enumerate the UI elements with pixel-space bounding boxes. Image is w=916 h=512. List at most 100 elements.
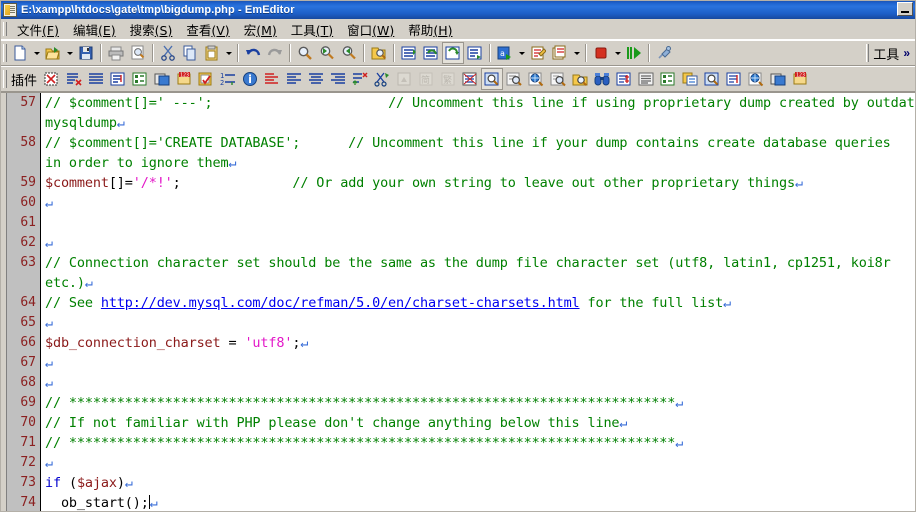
plugin-simplified-chinese-icon[interactable]: 简 (415, 68, 437, 90)
plugin-align-icon[interactable] (85, 68, 107, 90)
replace-all-icon[interactable] (420, 42, 442, 64)
plugin-align-right-icon[interactable] (327, 68, 349, 90)
plugin-explorer-icon[interactable] (393, 68, 415, 90)
plugin-sort-icon[interactable] (107, 68, 129, 90)
plugin-cut-scissors-icon[interactable] (371, 68, 393, 90)
code-line[interactable]: 74 ob_start();↵ (7, 493, 915, 511)
code-line[interactable]: 59 $comment[]='/*!'; // Or add your own s… (7, 173, 915, 193)
menu-grip[interactable] (3, 22, 7, 36)
plugin-web2-icon[interactable] (745, 68, 767, 90)
toolbar-overflow[interactable]: 工具 » (863, 41, 915, 65)
menu-edit[interactable]: 编辑(E) (66, 18, 123, 41)
find-next-icon[interactable] (338, 42, 360, 64)
plugin-copy-window-icon[interactable] (679, 68, 701, 90)
run-macro-dropdown-arrow[interactable] (516, 42, 527, 64)
code-line[interactable]: 62 ↵ (7, 233, 915, 253)
menu-macro[interactable]: 宏(M) (237, 18, 284, 41)
print-preview-icon[interactable] (127, 42, 149, 64)
new-file-dropdown-arrow[interactable] (31, 42, 42, 64)
play-all-icon[interactable] (623, 42, 645, 64)
plugin-sort3-icon[interactable] (723, 68, 745, 90)
plugin-align-left-icon[interactable] (283, 68, 305, 90)
plugin-traditional-chinese-icon[interactable]: 繁 (437, 68, 459, 90)
save-file-icon[interactable] (75, 42, 97, 64)
plugin-open-folder-icon[interactable] (569, 68, 591, 90)
code-line[interactable]: 72 ↵ (7, 453, 915, 473)
code-pane[interactable]: 57// $comment[]=' ---'; // Uncomment thi… (7, 93, 915, 511)
plugin-align-center-icon[interactable] (305, 68, 327, 90)
find-previous-icon[interactable] (316, 42, 338, 64)
select-macro-icon[interactable] (527, 42, 549, 64)
plugin-outline-icon[interactable] (129, 68, 151, 90)
code-line[interactable]: 58// $comment[]='CREATE DATABASE'; // Un… (7, 133, 915, 153)
copy-icon[interactable] (179, 42, 201, 64)
menu-search[interactable]: 搜索(S) (123, 18, 180, 41)
menu-window[interactable]: 窗口(W) (340, 18, 401, 41)
record-macro-icon[interactable] (549, 42, 571, 64)
menu-help[interactable]: 帮助(H) (401, 18, 459, 41)
plugin-remove-lines-icon[interactable] (63, 68, 85, 90)
plugin-web-icon[interactable] (525, 68, 547, 90)
menu-view[interactable]: 查看(V) (179, 18, 236, 41)
plugin-lines-icon[interactable] (635, 68, 657, 90)
code-line[interactable]: 67 ↵ (7, 353, 915, 373)
cut-icon[interactable] (157, 42, 179, 64)
stop-dropdown-arrow[interactable] (612, 42, 623, 64)
code-line[interactable]: mysqldump↵ (7, 113, 915, 133)
plugin-toolbar-grip[interactable] (3, 70, 7, 88)
menu-tools[interactable]: 工具(T) (284, 18, 340, 41)
code-line[interactable]: 66 $db_connection_charset = 'utf8';↵ (7, 333, 915, 353)
plugin-window-icon[interactable] (151, 68, 173, 90)
plugin-number-icon[interactable]: 123 (173, 68, 195, 90)
code-line[interactable]: 57// $comment[]=' ---'; // Uncomment thi… (7, 93, 915, 113)
find-icon[interactable] (294, 42, 316, 64)
plugin-window2-icon[interactable] (767, 68, 789, 90)
plugin-number2-icon[interactable]: 123 (789, 68, 811, 90)
always-on-top-icon[interactable] (653, 42, 675, 64)
code-line[interactable]: 60 ↵ (7, 193, 915, 213)
plugin-preview-icon[interactable] (481, 68, 504, 90)
plugin-info-icon[interactable] (239, 68, 261, 90)
stop-icon[interactable] (590, 42, 612, 64)
plugin-binoculars-icon[interactable] (591, 68, 613, 90)
plugin-zoom-icon[interactable] (503, 68, 525, 90)
plugin-sort2-icon[interactable] (613, 68, 635, 90)
code-line[interactable]: in order to ignore them↵ (7, 153, 915, 173)
print-icon[interactable] (105, 42, 127, 64)
code-line[interactable]: 73 if ($ajax)↵ (7, 473, 915, 493)
code-line[interactable]: 64// See http://dev.mysql.com/doc/refman… (7, 293, 915, 313)
code-line[interactable]: 65 ↵ (7, 313, 915, 333)
plugin-snippet-icon[interactable] (459, 68, 481, 90)
menu-file[interactable]: 文件(F) (10, 18, 66, 41)
plugin-numbering-icon[interactable]: 12 (217, 68, 239, 90)
find-in-files-icon[interactable] (368, 42, 390, 64)
redo-icon[interactable] (264, 42, 286, 64)
code-line[interactable]: 68 ↵ (7, 373, 915, 393)
undo-icon[interactable] (242, 42, 264, 64)
code-line[interactable]: 69// ***********************************… (7, 393, 915, 413)
code-line[interactable]: 71// ***********************************… (7, 433, 915, 453)
chevron-double-right-icon[interactable]: » (903, 46, 910, 60)
goto-icon[interactable] (464, 42, 486, 64)
new-file-icon[interactable] (9, 42, 31, 64)
toolbar-grip[interactable] (3, 44, 7, 62)
record-macro-dropdown-arrow[interactable] (571, 42, 582, 64)
plugin-outline2-icon[interactable] (657, 68, 679, 90)
plugin-list-icon[interactable] (261, 68, 283, 90)
replace-icon[interactable] (398, 42, 420, 64)
plugin-sort-lines-icon[interactable] (349, 68, 371, 90)
plugin-check-icon[interactable] (195, 68, 217, 90)
open-file-dropdown-arrow[interactable] (64, 42, 75, 64)
plugin-preview2-icon[interactable] (701, 68, 723, 90)
code-line[interactable]: 70// If not familiar with PHP please don… (7, 413, 915, 433)
paste-icon[interactable] (201, 42, 223, 64)
open-file-icon[interactable] (42, 42, 64, 64)
minimize-button[interactable] (897, 2, 913, 16)
paste-dropdown-arrow[interactable] (223, 42, 234, 64)
code-line[interactable]: 63// Connection character set should be … (7, 253, 915, 273)
editor-area[interactable]: 57// $comment[]=' ---'; // Uncomment thi… (1, 92, 915, 511)
code-line[interactable]: etc.)↵ (7, 273, 915, 293)
run-macro-icon[interactable]: a (494, 42, 516, 64)
plugin-search-doc-icon[interactable] (547, 68, 569, 90)
title-bar[interactable]: E:\xampp\htdocs\gate\tmp\bigdump.php - E… (1, 1, 915, 19)
